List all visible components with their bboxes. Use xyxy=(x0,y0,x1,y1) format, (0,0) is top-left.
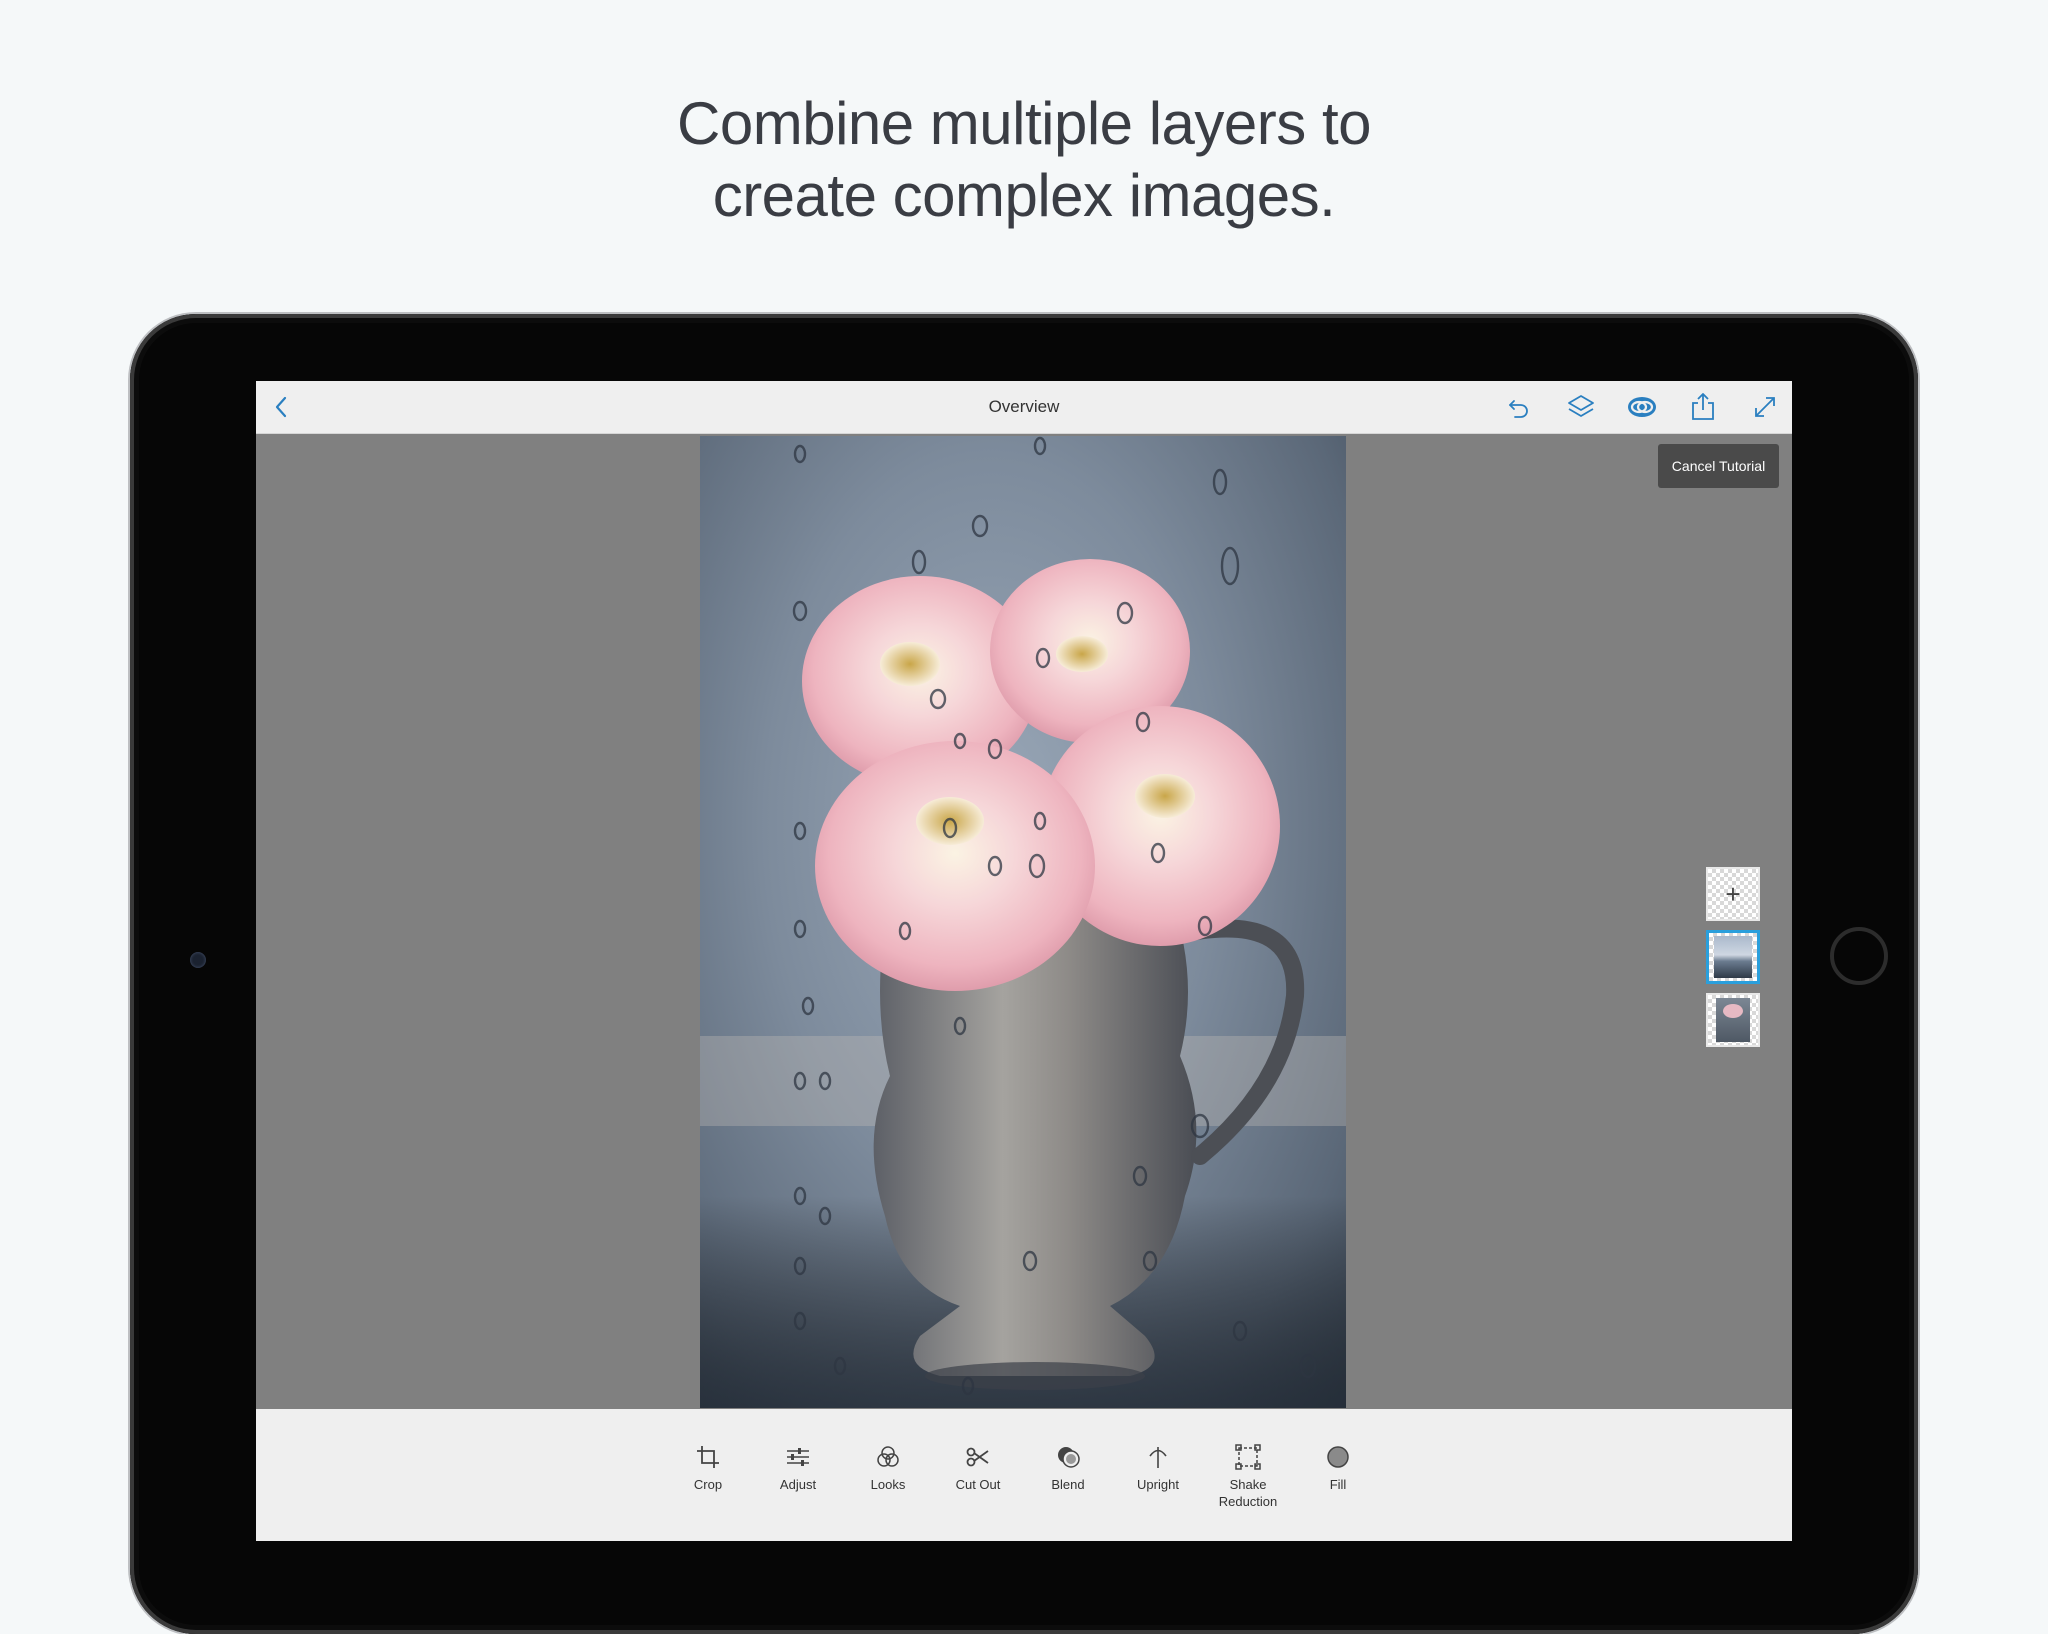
tool-adjust[interactable]: Adjust xyxy=(758,1443,838,1493)
layer-thumbnail[interactable] xyxy=(1706,993,1760,1047)
crop-icon xyxy=(697,1446,719,1468)
plus-icon: + xyxy=(1725,879,1741,909)
upright-icon xyxy=(1149,1447,1167,1468)
camera-icon xyxy=(190,952,206,968)
headline-line-1: Combine multiple layers to xyxy=(677,90,1371,157)
tool-cut-out-label: Cut Out xyxy=(955,1477,1001,1492)
tool-fill[interactable]: Fill xyxy=(1298,1443,1378,1493)
tool-looks[interactable]: Looks xyxy=(848,1443,928,1493)
tool-upright[interactable]: Upright xyxy=(1118,1443,1198,1493)
page-title: Overview xyxy=(988,397,1060,416)
looks-icon xyxy=(877,1446,899,1467)
creative-cloud-icon[interactable] xyxy=(1626,391,1658,423)
bottom-toolbar: Crop Adjust Looks Cut Out Blend Upright … xyxy=(256,1409,1792,1541)
add-layer-button[interactable]: + xyxy=(1706,867,1760,921)
home-button[interactable] xyxy=(1830,927,1888,985)
blend-icon xyxy=(1058,1447,1080,1468)
tool-adjust-label: Adjust xyxy=(779,1477,817,1492)
tool-shake-reduction[interactable]: Shake Reduction xyxy=(1208,1443,1288,1510)
canvas-image[interactable] xyxy=(700,436,1346,1408)
undo-icon[interactable] xyxy=(1503,391,1535,423)
headline: Combine multiple layers to create comple… xyxy=(0,88,2048,232)
shake-reduction-icon xyxy=(1235,1444,1261,1470)
tool-looks-label: Looks xyxy=(870,1477,906,1492)
layer-1-preview xyxy=(1714,936,1752,978)
fullscreen-icon[interactable] xyxy=(1749,391,1781,423)
fill-icon xyxy=(1327,1446,1349,1468)
cancel-tutorial-button[interactable]: Cancel Tutorial xyxy=(1658,444,1779,488)
tool-cut-out[interactable]: Cut Out xyxy=(938,1443,1018,1493)
cut-out-icon xyxy=(966,1447,989,1467)
tool-upright-label: Upright xyxy=(1137,1477,1179,1492)
tool-fill-label: Fill xyxy=(1329,1477,1347,1492)
layer-2-preview xyxy=(1716,998,1750,1042)
tool-blend-label: Blend xyxy=(1051,1477,1085,1492)
tool-crop-label: Crop xyxy=(693,1477,723,1492)
adjust-icon xyxy=(787,1448,809,1466)
tool-blend[interactable]: Blend xyxy=(1028,1443,1108,1493)
tool-shake-reduction-label: Shake Reduction xyxy=(1218,1477,1278,1509)
top-bar: Overview xyxy=(256,381,1792,434)
headline-line-2: create complex images. xyxy=(712,162,1336,229)
layers-icon[interactable] xyxy=(1565,391,1597,423)
share-icon[interactable] xyxy=(1687,391,1719,423)
layer-thumbnail-selected[interactable] xyxy=(1706,930,1760,984)
tool-crop[interactable]: Crop xyxy=(668,1443,748,1493)
app-screen: Overview Cancel Tutorial + Crop Adjust L… xyxy=(256,381,1792,1541)
